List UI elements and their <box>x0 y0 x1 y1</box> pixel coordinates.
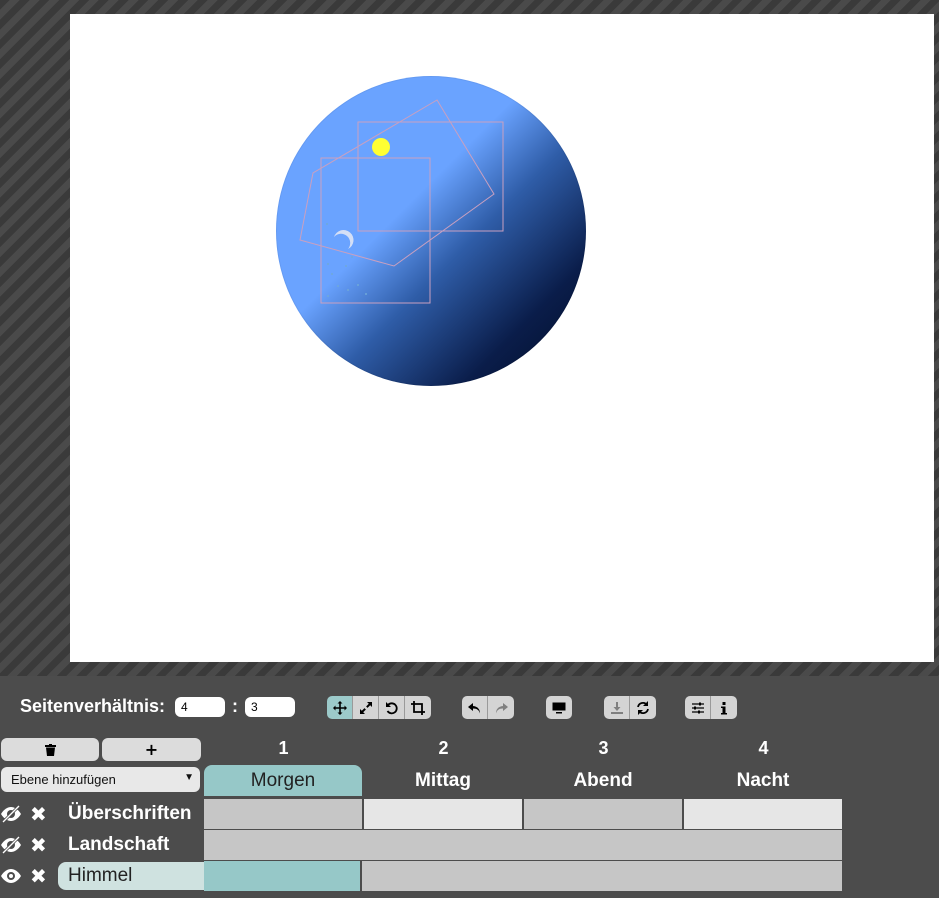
rotate-icon <box>385 701 398 714</box>
layer-cell[interactable] <box>684 799 842 829</box>
rotate-tool-button[interactable] <box>379 696 405 719</box>
download-icon <box>610 701 623 714</box>
move-tool-button[interactable] <box>327 696 353 719</box>
aspect-height-input[interactable] <box>245 697 295 717</box>
present-button[interactable] <box>546 696 572 719</box>
info-icon <box>721 701 727 714</box>
delete-layer-button[interactable] <box>1 738 99 761</box>
layer-name-selected[interactable]: Himmel <box>58 862 204 890</box>
sun-icon <box>372 138 390 156</box>
undo-icon <box>467 702 480 713</box>
meta-tools <box>685 696 737 719</box>
present-tools <box>546 696 572 719</box>
refresh-icon <box>637 700 649 715</box>
layer-cell[interactable] <box>204 799 364 829</box>
crop-icon <box>411 700 425 715</box>
transform-frame-rotated <box>299 99 495 267</box>
layer-name[interactable]: Überschriften <box>58 800 202 828</box>
layer-name[interactable]: Landschaft <box>58 831 179 859</box>
add-layer-select[interactable]: Ebene hinzufügen ▼ <box>1 767 200 792</box>
transform-frame-rotated-2 <box>313 114 494 294</box>
selection-overlay <box>299 99 504 304</box>
aspect-ratio-label: Seitenverhältnis: <box>20 696 166 716</box>
toolbar: Seitenverhältnis: : <box>0 688 939 728</box>
crop-tool-button[interactable] <box>405 696 431 719</box>
redo-icon <box>496 702 508 713</box>
ratio-separator: : <box>232 696 238 716</box>
remove-layer-icon[interactable]: ✖ <box>30 802 47 826</box>
tab-mittag[interactable]: Mittag <box>364 765 522 796</box>
move-icon <box>332 700 347 715</box>
add-layer-button[interactable]: + <box>102 738 201 761</box>
aspect-width-input[interactable] <box>175 697 225 717</box>
layer-cell-active[interactable] <box>204 861 362 891</box>
add-layer-select-value: Ebene hinzufügen <box>11 772 116 787</box>
eye-slash-icon[interactable] <box>0 835 22 855</box>
remove-layer-icon[interactable]: ✖ <box>30 833 47 857</box>
layer-cell[interactable] <box>204 830 842 860</box>
column-number-1: 1 <box>278 738 289 758</box>
redo-button[interactable] <box>488 696 514 719</box>
eye-icon[interactable] <box>0 866 22 886</box>
scale-tool-button[interactable] <box>353 696 379 719</box>
layer-cell[interactable] <box>364 799 524 829</box>
remove-layer-icon[interactable]: ✖ <box>30 864 47 888</box>
layer-row: ✖ Landschaft <box>0 830 939 860</box>
settings-button[interactable] <box>685 696 711 719</box>
column-number-2: 2 <box>438 738 449 758</box>
download-button[interactable] <box>604 696 630 719</box>
tab-morgen[interactable]: Morgen <box>204 765 362 796</box>
eye-slash-icon[interactable] <box>0 804 22 824</box>
reload-button[interactable] <box>630 696 656 719</box>
info-button[interactable] <box>711 696 737 719</box>
layer-row: ✖ Überschriften <box>0 799 939 829</box>
expand-icon <box>359 701 372 714</box>
undo-button[interactable] <box>462 696 488 719</box>
transform-tools <box>327 696 431 719</box>
history-tools <box>462 696 514 719</box>
trash-icon <box>44 743 56 756</box>
file-tools <box>604 696 656 719</box>
moon-icon <box>334 230 354 249</box>
layer-row: ✖ Himmel <box>0 861 939 891</box>
tab-nacht[interactable]: Nacht <box>684 765 842 796</box>
layer-cell[interactable] <box>524 799 684 829</box>
tab-abend[interactable]: Abend <box>524 765 682 796</box>
column-number-4: 4 <box>758 738 769 758</box>
column-number-3: 3 <box>598 738 609 758</box>
monitor-icon <box>552 702 566 713</box>
layer-cell[interactable] <box>362 861 842 891</box>
sliders-icon <box>691 702 704 713</box>
dropdown-arrow-icon: ▼ <box>184 772 194 783</box>
